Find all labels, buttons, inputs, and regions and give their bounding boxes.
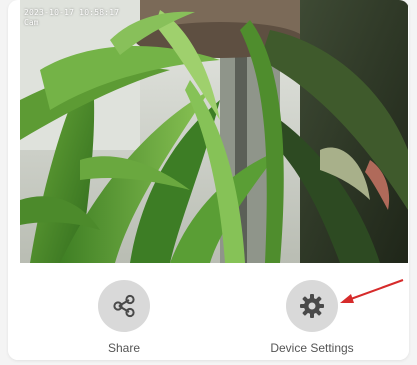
action-bar: Share Device Settings <box>8 263 409 360</box>
device-settings-button[interactable]: Device Settings <box>252 280 372 355</box>
camera-live-view[interactable]: 2023-10-17 10:58:17 Cam <box>20 0 408 263</box>
gear-icon <box>300 294 324 318</box>
camera-card: 2023-10-17 10:58:17 Cam Share Device Set… <box>8 0 409 360</box>
app-screen: 2023-10-17 10:58:17 Cam Share Device Set… <box>0 0 417 365</box>
share-label: Share <box>107 341 141 355</box>
share-icon <box>113 294 135 318</box>
video-channel-label: Cam <box>24 18 39 27</box>
video-timestamp: 2023-10-17 10:58:17 <box>24 8 120 17</box>
camera-image <box>20 0 408 263</box>
device-settings-icon-circle[interactable] <box>286 280 338 332</box>
share-button[interactable]: Share <box>64 280 184 355</box>
device-settings-label: Device Settings <box>270 341 354 355</box>
share-icon-circle[interactable] <box>98 280 150 332</box>
